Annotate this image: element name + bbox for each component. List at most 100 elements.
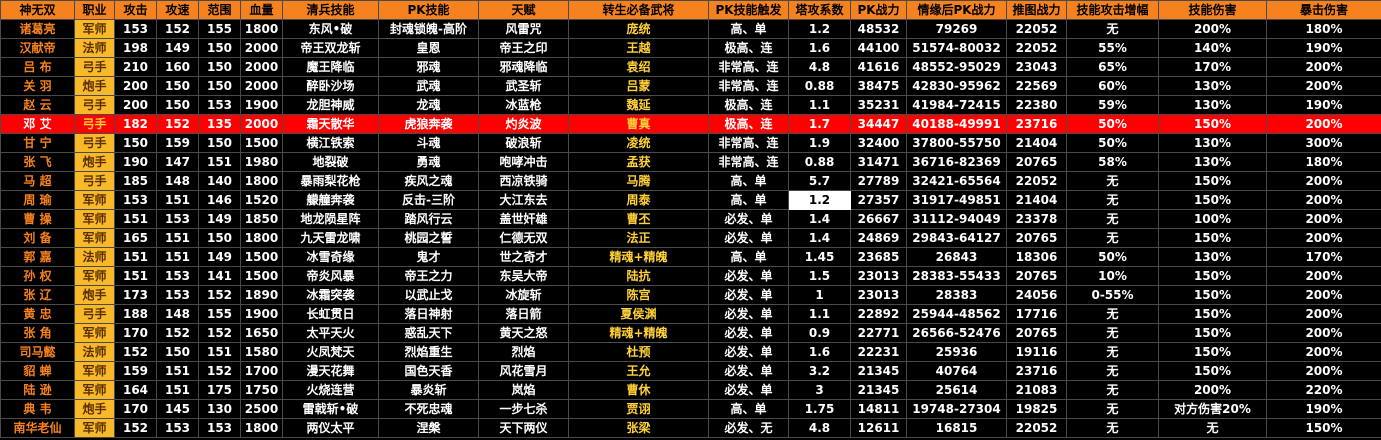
table-cell[interactable]: 惑乱天下 xyxy=(378,323,479,343)
header-cell[interactable]: PK技能触发 xyxy=(708,0,789,20)
table-cell[interactable]: 1.4 xyxy=(788,228,851,248)
table-cell[interactable]: 17716 xyxy=(1006,304,1067,324)
table-cell[interactable]: 22052 xyxy=(1006,171,1067,191)
table-cell[interactable]: 79269 xyxy=(906,19,1007,39)
table-cell[interactable]: 勇魂 xyxy=(378,152,479,172)
table-cell[interactable]: 炮手 xyxy=(74,285,115,305)
table-cell[interactable]: 贾诩 xyxy=(568,399,709,419)
table-cell[interactable]: 高、单 xyxy=(708,190,789,210)
table-cell[interactable]: 153 xyxy=(198,418,241,438)
table-cell[interactable]: 150 xyxy=(198,228,241,248)
table-cell[interactable]: 1.2 xyxy=(788,190,851,210)
table-cell[interactable]: 太平天火 xyxy=(282,323,379,343)
table-cell[interactable]: 曹丕 xyxy=(568,209,709,229)
header-cell[interactable]: PK技能 xyxy=(378,0,479,20)
table-cell[interactable]: 落日箭 xyxy=(478,304,569,324)
table-cell[interactable]: 150 xyxy=(156,342,199,362)
table-cell[interactable]: 150 xyxy=(198,133,241,153)
table-cell[interactable]: 180% xyxy=(1266,152,1381,172)
table-cell[interactable]: 5.7 xyxy=(788,171,851,191)
table-cell[interactable]: 150 xyxy=(198,76,241,96)
table-cell[interactable]: 210 xyxy=(114,57,157,77)
table-cell[interactable]: 22052 xyxy=(1006,19,1067,39)
table-cell[interactable]: 150% xyxy=(1158,361,1267,381)
table-cell[interactable]: 极高、连 xyxy=(708,114,789,134)
table-cell[interactable]: 4.8 xyxy=(788,57,851,77)
table-cell[interactable]: 龙胆神威 xyxy=(282,95,379,115)
table-cell[interactable]: 艨艟奔袭 xyxy=(282,190,379,210)
table-cell[interactable]: 无 xyxy=(1066,171,1159,191)
table-cell[interactable]: 非常高、连 xyxy=(708,57,789,77)
table-cell[interactable]: 150% xyxy=(1158,114,1267,134)
table-cell[interactable]: 必发、单 xyxy=(708,266,789,286)
table-row[interactable]: 张 角军师 170 152 152 1650 太平天火 惑乱天下 黄天之怒 精魂+精魄 必发、单 0… xyxy=(0,323,1381,343)
table-cell[interactable]: 22569 xyxy=(1006,76,1067,96)
table-cell[interactable]: 185 xyxy=(114,171,157,191)
table-cell[interactable]: 150% xyxy=(1158,323,1267,343)
table-cell[interactable]: 非常高、连 xyxy=(708,152,789,172)
table-row[interactable]: 甘 宁弓手 150 159 150 1500 横江铁索 斗魂 破浪斩 凌统 非常高、连 1.9 324… xyxy=(0,133,1381,153)
table-row[interactable]: 曹 操军师 151 153 149 1850 地龙陨星阵 踏风行云 盖世奸雄 曹丕 必发、单 1.4… xyxy=(0,209,1381,229)
table-row[interactable]: 邓 艾弓手 182 152 135 2000 霜天散华 虎狼奔袭 灼炎波 曹真 极高、连 1.7 34… xyxy=(0,114,1381,134)
table-row[interactable]: 关 羽炮手 200 150 150 2000 醉卧沙场 武魂 武圣斩 吕蒙 非常高、连 0.88 38… xyxy=(0,76,1381,96)
header-cell[interactable]: 范围 xyxy=(198,0,241,20)
table-cell[interactable]: 150% xyxy=(1266,418,1381,438)
table-cell[interactable]: 2000 xyxy=(240,57,283,77)
table-cell[interactable]: 59% xyxy=(1066,95,1159,115)
table-cell[interactable]: 26566-52476 xyxy=(906,323,1007,343)
table-row[interactable]: 郭 嘉法师 151 151 149 1500 冰雪奇缘 鬼才 世之奇才 精魂+精魄 高、单 1.45… xyxy=(0,247,1381,267)
table-cell[interactable]: 3 xyxy=(788,380,851,400)
table-row[interactable]: 吕 布弓手 210 160 150 2000 魔王降临 邪魂 邪魂降临 袁绍 非常高、连 4.8 41… xyxy=(0,57,1381,77)
table-cell[interactable]: 151 xyxy=(156,247,199,267)
table-cell[interactable]: 23043 xyxy=(1006,57,1067,77)
table-cell[interactable]: 190% xyxy=(1266,399,1381,419)
table-row[interactable]: 刘 备军师 165 151 150 1800 九天雷龙啸 桃园之誓 仁德无双 法正 必发、单 1.4… xyxy=(0,228,1381,248)
table-cell[interactable]: 37800-55750 xyxy=(906,133,1007,153)
table-cell[interactable]: 145 xyxy=(156,399,199,419)
table-cell[interactable]: 26843 xyxy=(906,247,1007,267)
table-cell[interactable]: 200% xyxy=(1266,285,1381,305)
table-cell[interactable]: 149 xyxy=(198,247,241,267)
header-cell[interactable]: 攻速 xyxy=(156,0,199,20)
table-cell[interactable]: 19748-27304 xyxy=(906,399,1007,419)
table-cell[interactable]: 马 超 xyxy=(0,171,75,191)
table-cell[interactable]: 21345 xyxy=(850,361,907,381)
table-cell[interactable]: 1900 xyxy=(240,304,283,324)
table-row[interactable]: 周 瑜军师 153 151 146 1520 艨艟奔袭 反击-三阶 大江东去 周泰 高、单 1.2 2… xyxy=(0,190,1381,210)
header-cell[interactable]: 转生必备武将 xyxy=(568,0,709,20)
table-cell[interactable]: 151 xyxy=(114,209,157,229)
table-cell[interactable]: 破浪斩 xyxy=(478,133,569,153)
table-cell[interactable]: 155 xyxy=(198,304,241,324)
table-cell[interactable]: 周 瑜 xyxy=(0,190,75,210)
table-cell[interactable]: 法师 xyxy=(74,38,115,58)
table-cell[interactable]: 鬼才 xyxy=(378,247,479,267)
table-cell[interactable]: 炮手 xyxy=(74,399,115,419)
table-cell[interactable]: 65% xyxy=(1066,57,1159,77)
table-cell[interactable]: 26667 xyxy=(850,209,907,229)
table-cell[interactable]: 斗魂 xyxy=(378,133,479,153)
table-cell[interactable]: 12611 xyxy=(850,418,907,438)
table-cell[interactable]: 41616 xyxy=(850,57,907,77)
table-cell[interactable]: 横江铁索 xyxy=(282,133,379,153)
table-cell[interactable]: 火烧连营 xyxy=(282,380,379,400)
table-cell[interactable]: 25614 xyxy=(906,380,1007,400)
table-cell[interactable]: 1800 xyxy=(240,171,283,191)
table-cell[interactable]: 150% xyxy=(1158,266,1267,286)
table-cell[interactable]: 200% xyxy=(1266,114,1381,134)
table-cell[interactable]: 22380 xyxy=(1006,95,1067,115)
table-cell[interactable]: 以武止戈 xyxy=(378,285,479,305)
table-cell[interactable]: 190% xyxy=(1266,95,1381,115)
table-cell[interactable]: 邪魂降临 xyxy=(478,57,569,77)
table-cell[interactable]: 司马懿 xyxy=(0,342,75,362)
table-cell[interactable]: 漫天花舞 xyxy=(282,361,379,381)
table-cell[interactable]: 130% xyxy=(1158,133,1267,153)
header-cell[interactable]: PK战力 xyxy=(850,0,907,20)
table-cell[interactable]: 庞统 xyxy=(568,19,709,39)
table-row[interactable]: 孙 权军师 151 153 141 1500 帝炎风暴 帝王之力 东吴大帝 陆抗 必发、单 1.5 2… xyxy=(0,266,1381,286)
table-cell[interactable]: 冰霜突袭 xyxy=(282,285,379,305)
table-cell[interactable]: 20765 xyxy=(1006,266,1067,286)
table-cell[interactable]: 凌统 xyxy=(568,133,709,153)
table-cell[interactable]: 黄天之怒 xyxy=(478,323,569,343)
table-cell[interactable]: 146 xyxy=(198,190,241,210)
table-cell[interactable]: 50% xyxy=(1066,114,1159,134)
